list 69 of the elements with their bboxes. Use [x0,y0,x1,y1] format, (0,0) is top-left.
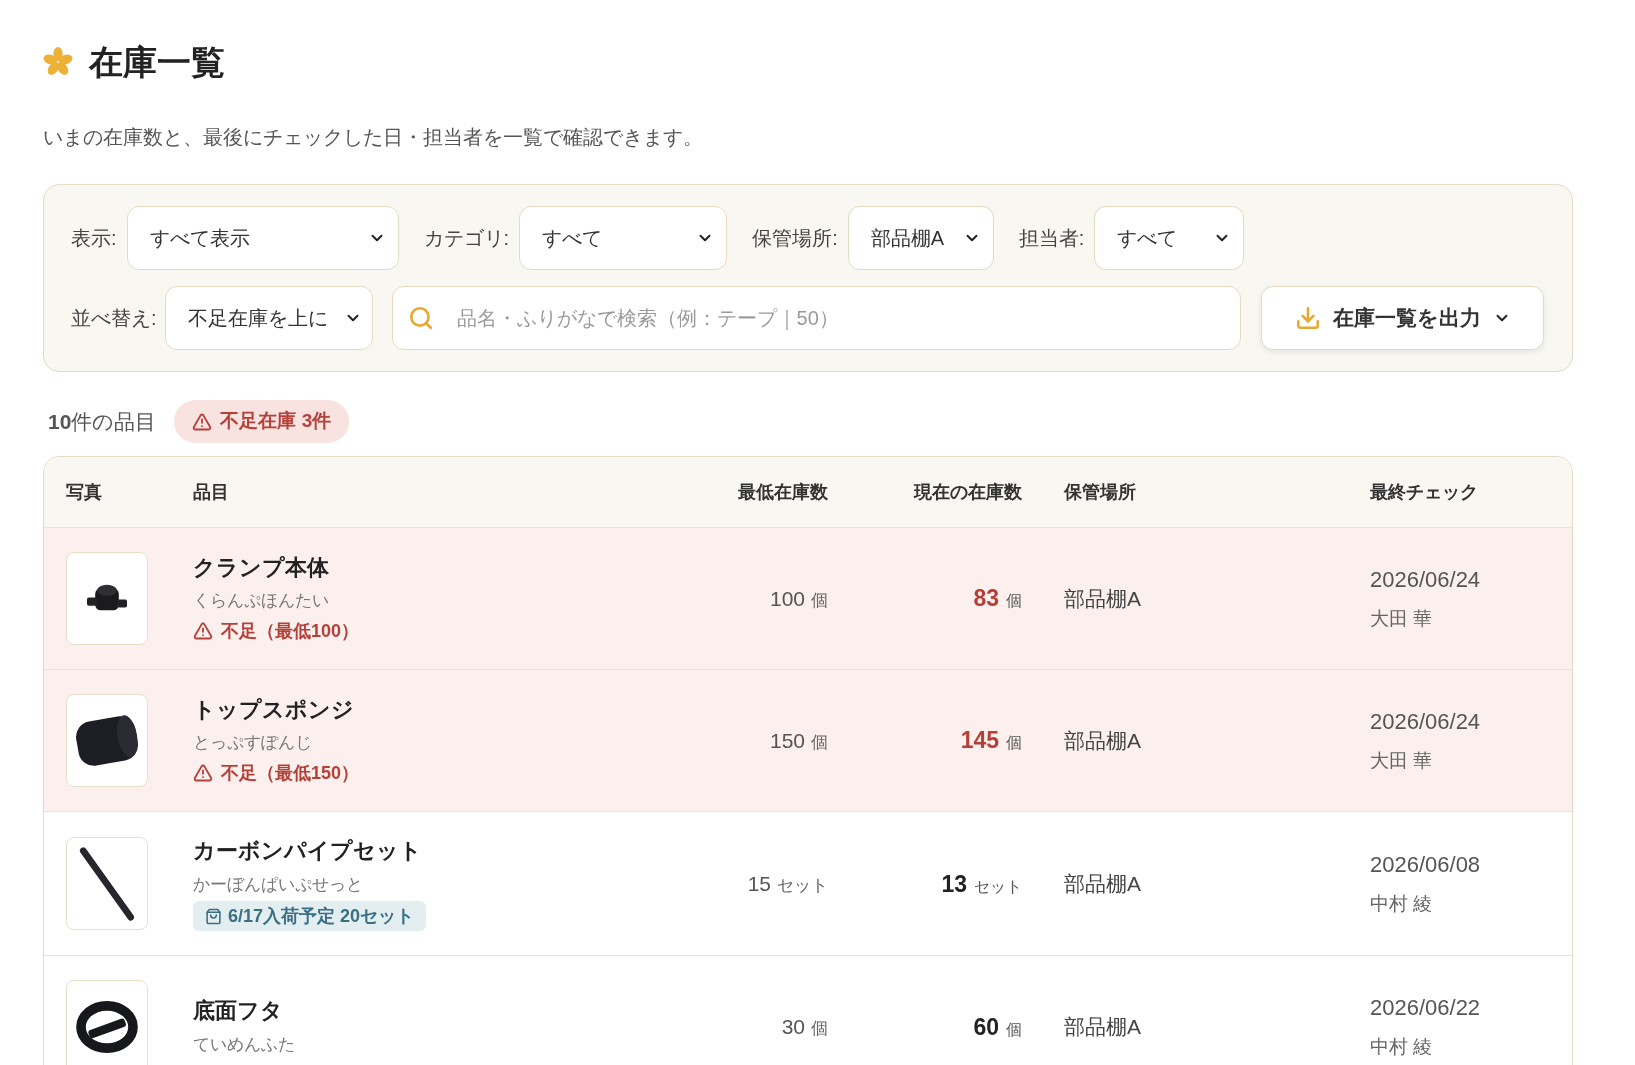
search-field[interactable]: 品名・ふりがなで検索（例：テープ｜50） [391,286,1241,351]
current-stock-value: 145 [960,726,999,756]
unit-label: 個 [1006,733,1022,754]
checker-name: 中村 綾 [1370,1035,1434,1060]
unit-label: セット [777,875,828,898]
filter-label: 表示: [71,226,117,252]
current-stock-value: 13 [941,869,967,899]
export-button[interactable]: 在庫一覧を出力 [1261,286,1544,351]
min-stock-value: 15 [747,871,771,898]
min-stock-value: 100 [769,585,805,612]
unit-label: 個 [1006,1019,1022,1040]
location-text: 部品棚A [1064,728,1141,752]
column-header: 最低在庫数 [738,480,828,504]
checker-name: 中村 綾 [1370,891,1434,916]
shortage-warning: 不足（最低100） [221,619,360,643]
item-reading: かーぼんぱいぷせっと [193,874,364,896]
checker-name: 大田 華 [1370,606,1434,631]
check-date: 2026/06/22 [1370,994,1482,1023]
min-stock-value: 150 [769,727,805,754]
flower-icon [43,47,73,78]
filter-label: 保管場所: [752,226,838,252]
item-count: 10件の品目 [48,408,157,435]
unit-label: 個 [811,1018,828,1041]
item-reading: とっぷすぽんじ [193,732,313,755]
column-header: 保管場所 [1064,481,1136,502]
item-name: トップスポンジ [193,695,355,724]
incoming-text: 6/17入荷予定 20セット [228,907,415,926]
filter-label: 並べ替え: [71,306,157,332]
assignee-select[interactable]: すべて [1094,206,1245,271]
warning-icon [193,621,213,642]
page-subtitle: いまの在庫数と、最後にチェックした日・担当者を一覧で確認できます。 [43,125,704,151]
location-text: 部品棚A [1064,586,1141,610]
filter-label: カテゴリ: [423,226,510,252]
location-text: 部品棚A [1064,872,1141,896]
unit-label: 個 [811,589,828,612]
sort-select[interactable]: 不足在庫を上に [164,286,373,351]
current-stock-value: 83 [973,584,999,614]
item-name: カーボンパイプセット [193,837,423,866]
item-name: 底面フタ [193,997,284,1026]
column-header: 品目 [193,481,229,502]
location-select[interactable]: 部品棚A [847,206,994,271]
check-date: 2026/06/08 [1370,851,1482,880]
checker-name: 大田 華 [1370,748,1434,773]
column-header: 現在の在庫数 [914,480,1022,504]
ring-drawing [76,1001,138,1053]
unit-label: 個 [1006,591,1022,612]
page-title: 在庫一覧 [89,42,225,83]
search-icon [407,305,434,332]
current-stock-value: 60 [973,1012,999,1042]
unit-label: 個 [811,731,828,754]
category-select[interactable]: すべて [519,206,728,271]
min-stock-value: 30 [781,1014,805,1041]
location-text: 部品棚A [1064,1015,1141,1039]
download-icon [1294,305,1321,332]
item-reading: ていめんふた [193,1034,296,1057]
display-select[interactable]: すべて表示 [126,206,399,271]
unit-label: セット [974,876,1022,897]
warning-icon [192,411,213,432]
check-date: 2026/06/24 [1370,708,1482,736]
shortage-count: 不足在庫 3件 [220,409,332,434]
column-header: 写真 [66,481,102,502]
shortage-warning: 不足（最低150） [221,761,360,785]
column-header: 最終チェック [1370,481,1478,502]
item-reading: くらんぷほんたい [193,590,330,613]
warning-icon [193,763,213,784]
check-date: 2026/06/24 [1370,566,1482,594]
item-name: クランプ本体 [193,553,330,582]
filter-label: 担当者: [1018,226,1085,252]
bag-icon [205,908,222,925]
